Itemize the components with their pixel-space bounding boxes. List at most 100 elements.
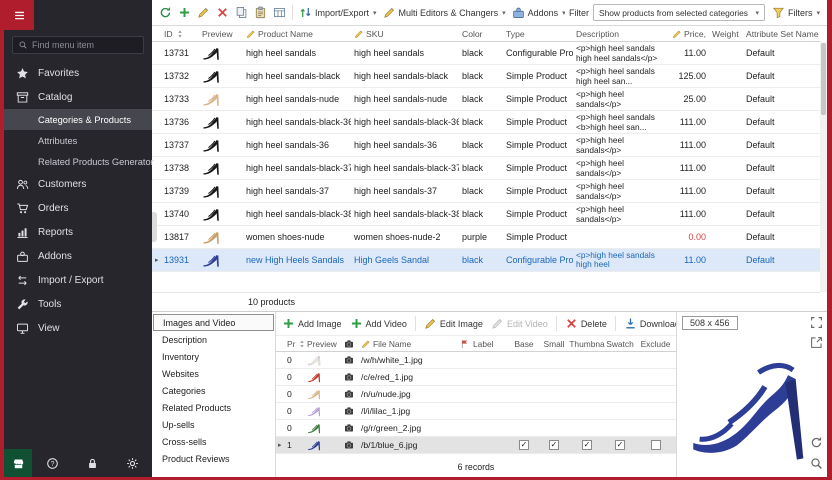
help-icon[interactable]: ? xyxy=(46,457,59,470)
image-row[interactable]: 0/w/h/white_1.jpg xyxy=(276,352,676,369)
image-row[interactable]: 0/g/r/green_2.jpg xyxy=(276,420,676,437)
product-row[interactable]: 13731high heel sandalshigh heel sandalsb… xyxy=(152,42,820,65)
images-status-bar: 6 records xyxy=(276,457,676,477)
image-row[interactable]: 0/l/i/lilac_1.jpg xyxy=(276,403,676,420)
sidebar-item-orders[interactable]: Orders xyxy=(4,196,152,220)
column-header-color[interactable]: Color xyxy=(459,29,503,39)
image-row[interactable]: 0/n/u/nude.jpg xyxy=(276,386,676,403)
column-header-weight[interactable]: Weight xyxy=(709,29,743,39)
tab-product-reviews[interactable]: Product Reviews xyxy=(152,450,275,467)
sidebar-subitem-attributes[interactable]: Attributes xyxy=(4,130,152,151)
delete-button[interactable]: Delete xyxy=(562,315,610,332)
image-row[interactable]: 0/c/e/red_1.jpg xyxy=(276,369,676,386)
store-button[interactable] xyxy=(4,449,32,477)
column-header-pr[interactable]: Pr xyxy=(285,339,305,349)
image-row[interactable]: ▸1/b/1/blue_6.jpg✓✓✓✓ xyxy=(276,437,676,454)
column-header-price[interactable]: Price, xyxy=(665,29,709,39)
product-row[interactable]: 13737high heel sandals-36high heel sanda… xyxy=(152,134,820,157)
sidebar-item-import-export[interactable]: Import / Export xyxy=(4,268,152,292)
column-header-label[interactable]: Label xyxy=(471,339,509,349)
product-row[interactable]: 13733high heel sandals-nudehigh heel san… xyxy=(152,88,820,111)
column-header-preview[interactable]: Preview xyxy=(305,339,339,349)
tab-websites[interactable]: Websites xyxy=(152,365,275,382)
add-image-button[interactable]: Add Image xyxy=(279,315,345,332)
splitter-handle[interactable] xyxy=(152,212,157,242)
settings-icon[interactable] xyxy=(126,457,139,470)
image-file-name: /n/u/nude.jpg xyxy=(359,389,459,399)
column-header-swatch[interactable]: Swatch xyxy=(605,339,635,349)
refresh-button[interactable] xyxy=(156,4,175,21)
column-header-description[interactable]: Description xyxy=(573,29,665,39)
copy-button[interactable] xyxy=(232,4,251,21)
column-header-attribute-set-name[interactable]: Attribute Set Name xyxy=(743,29,820,39)
product-attribute-set: Default xyxy=(743,255,820,265)
product-row[interactable]: 13732high heel sandals-blackhigh heel sa… xyxy=(152,65,820,88)
checkbox[interactable]: ✓ xyxy=(615,440,625,450)
rotate-icon[interactable] xyxy=(810,436,823,449)
sidebar-subitem-categories-products[interactable]: Categories & Products xyxy=(4,109,152,130)
menu-search-input[interactable] xyxy=(32,40,138,50)
column-header-sku[interactable]: SKU xyxy=(351,29,459,39)
edit-product-button[interactable] xyxy=(194,4,213,21)
column-header-base[interactable]: Base xyxy=(509,339,539,349)
scrollbar-thumb[interactable] xyxy=(821,43,826,115)
hamburger-menu-button[interactable] xyxy=(4,0,34,30)
menu-search-box[interactable] xyxy=(12,36,144,54)
tab-inventory[interactable]: Inventory xyxy=(152,348,275,365)
sidebar-item-addons[interactable]: Addons xyxy=(4,244,152,268)
product-row[interactable]: 13817women shoes-nudewomen shoes-nude-2p… xyxy=(152,226,820,249)
checkbox[interactable]: ✓ xyxy=(519,440,529,450)
download-image-button[interactable]: Download Image xyxy=(621,315,676,332)
sidebar-item-customers[interactable]: Customers xyxy=(4,172,152,196)
fullscreen-icon[interactable] xyxy=(810,316,823,329)
product-row[interactable]: 13738high heel sandals-black-37high heel… xyxy=(152,157,820,180)
menu-import-export[interactable]: Import/Export▾ xyxy=(296,4,380,21)
column-header-flag[interactable] xyxy=(459,339,471,349)
menu-addons[interactable]: Addons▾ xyxy=(509,4,565,21)
tab-description[interactable]: Description xyxy=(152,331,275,348)
expand-icon: ▸ xyxy=(278,441,282,449)
checkbox[interactable]: ✓ xyxy=(582,440,592,450)
tab-categories[interactable]: Categories xyxy=(152,382,275,399)
sidebar-subitem-related-products-generator[interactable]: Related Products Generator xyxy=(4,151,152,172)
product-row[interactable]: ▸13931new High Heels SandalsHigh Geels S… xyxy=(152,249,820,272)
checkbox[interactable] xyxy=(651,440,661,450)
tab-cross-sells[interactable]: Cross-sells xyxy=(152,433,275,450)
column-header-type[interactable]: Type xyxy=(503,29,573,39)
checkbox[interactable]: ✓ xyxy=(549,440,559,450)
vertical-scrollbar[interactable] xyxy=(820,42,827,292)
zoom-icon[interactable] xyxy=(810,457,823,470)
sidebar-item-tools[interactable]: Tools xyxy=(4,292,152,316)
filter-select[interactable]: Show products from selected categories ▾ xyxy=(593,4,765,21)
products-header-row: IDPreviewProduct NameSKUColorTypeDescrip… xyxy=(152,26,820,42)
tab-related-products[interactable]: Related Products xyxy=(152,399,275,416)
column-header-id[interactable]: ID xyxy=(161,29,199,39)
expand-icon[interactable]: ▸ xyxy=(155,256,159,264)
sidebar-item-reports[interactable]: Reports xyxy=(4,220,152,244)
delete-product-button[interactable] xyxy=(213,4,232,21)
sidebar-item-favorites[interactable]: Favorites xyxy=(4,61,152,85)
add-video-button[interactable]: Add Video xyxy=(347,315,410,332)
lock-icon[interactable] xyxy=(86,457,99,470)
menu-multi-editors-changers[interactable]: Multi Editors & Changers▾ xyxy=(380,4,509,21)
column-header-small[interactable]: Small xyxy=(539,339,569,349)
edit-image-button[interactable]: Edit Image xyxy=(421,315,486,332)
tab-up-sells[interactable]: Up-sells xyxy=(152,416,275,433)
column-header-file-name[interactable]: File Name xyxy=(359,339,459,349)
column-header-product-name[interactable]: Product Name xyxy=(243,29,351,39)
product-row[interactable]: 13736high heel sandals-black-36high heel… xyxy=(152,111,820,134)
sidebar-item-view[interactable]: View xyxy=(4,316,152,340)
column-header-camera[interactable] xyxy=(339,339,359,349)
edit-video-button[interactable]: Edit Video xyxy=(488,315,551,332)
add-product-button[interactable] xyxy=(175,4,194,21)
column-settings-button[interactable] xyxy=(270,4,289,21)
column-header-thumbna[interactable]: Thumbna xyxy=(569,339,605,349)
tab-images-and-video[interactable]: Images and Video xyxy=(153,314,274,331)
sidebar-item-catalog[interactable]: Catalog xyxy=(4,85,152,109)
product-row[interactable]: 13740high heel sandals-black-38high heel… xyxy=(152,203,820,226)
paste-button[interactable] xyxy=(251,4,270,21)
filters-button[interactable]: Filters ▾ xyxy=(769,4,823,21)
column-header-exclude[interactable]: Exclude xyxy=(635,339,676,349)
product-row[interactable]: 13739high heel sandals-37high heel sanda… xyxy=(152,180,820,203)
column-header-preview[interactable]: Preview xyxy=(199,29,243,39)
